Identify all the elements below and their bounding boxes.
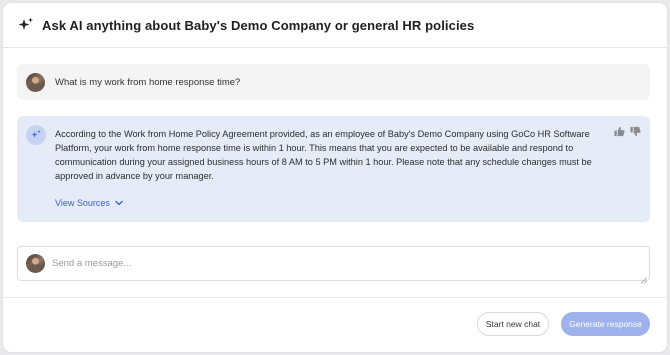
message-composer (17, 246, 650, 284)
ai-avatar-icon (26, 125, 46, 145)
chevron-down-icon (114, 198, 124, 208)
view-sources-toggle[interactable]: View Sources (55, 198, 124, 208)
chat-header: Ask AI anything about Baby's Demo Compan… (3, 3, 667, 48)
ai-response: According to the Work from Home Policy A… (17, 116, 650, 222)
thumbs-down-icon[interactable] (630, 126, 641, 137)
generate-response-button[interactable]: Generate response (561, 312, 650, 336)
user-message-text: What is my work from home response time? (55, 76, 241, 88)
user-avatar (26, 72, 45, 92)
composer-avatar (26, 254, 45, 273)
view-sources-label: View Sources (55, 198, 110, 208)
ai-chat-panel: Ask AI anything about Baby's Demo Compan… (3, 3, 667, 352)
footer-divider (3, 297, 667, 298)
user-message: What is my work from home response time? (17, 64, 650, 100)
message-input[interactable] (52, 258, 612, 269)
resize-handle-icon[interactable] (640, 271, 647, 284)
feedback-buttons (614, 126, 641, 137)
sparkle-icon (18, 17, 34, 33)
page-title: Ask AI anything about Baby's Demo Compan… (42, 17, 475, 33)
start-new-chat-button[interactable]: Start new chat (477, 312, 549, 336)
thumbs-up-icon[interactable] (614, 126, 625, 137)
ai-response-text: According to the Work from Home Policy A… (55, 129, 592, 181)
